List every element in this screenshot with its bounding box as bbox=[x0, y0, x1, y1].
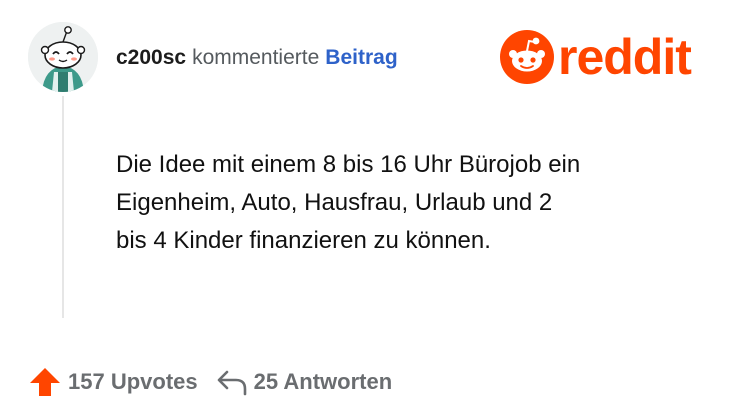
upvote-arrow-icon[interactable] bbox=[28, 366, 62, 398]
comment-body: Die Idee mit einem 8 bis 16 Uhr Bürojob … bbox=[116, 146, 706, 260]
upvote-count: 157 Upvotes bbox=[68, 369, 198, 394]
comment-footer: 157 Upvotes 25 Antworten bbox=[28, 366, 392, 398]
username-link[interactable]: c200sc bbox=[116, 46, 186, 69]
post-link[interactable]: Beitrag bbox=[325, 46, 397, 69]
avatar[interactable] bbox=[28, 22, 98, 92]
comment-text: Die Idee mit einem 8 bis 16 Uhr Bürojob … bbox=[116, 151, 581, 254]
comment-header: c200sc kommentierte Beitrag bbox=[116, 44, 398, 72]
thread-line bbox=[62, 96, 64, 318]
logo-wordmark: reddit bbox=[558, 29, 692, 85]
reply-arrow-icon[interactable] bbox=[216, 368, 248, 396]
action-text: kommentierte bbox=[192, 46, 320, 69]
reddit-logo: reddit bbox=[500, 29, 692, 85]
reply-count[interactable]: 25 Antworten bbox=[254, 369, 393, 395]
snoo-logo-icon bbox=[500, 30, 554, 84]
snoo-avatar-icon bbox=[28, 22, 98, 92]
